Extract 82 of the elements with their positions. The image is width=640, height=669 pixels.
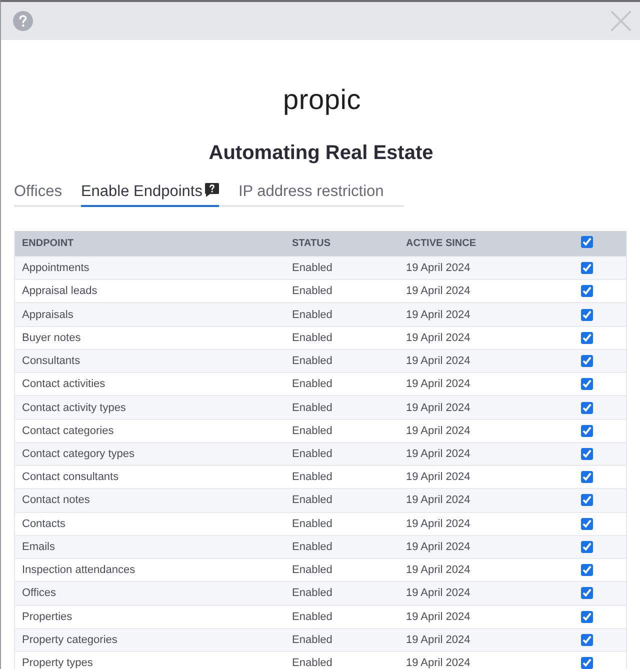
date-cell-text: 19 April 2024: [405, 402, 470, 414]
row-checkbox[interactable]: [581, 308, 593, 321]
status-cell-text: Enabled: [291, 332, 332, 344]
row-checkbox[interactable]: [581, 424, 593, 437]
select-all-checkbox[interactable]: [581, 236, 593, 248]
date-cell-text: 19 April 2024: [405, 564, 470, 576]
row-checkbox[interactable]: [581, 634, 593, 646]
row-checkbox[interactable]: [581, 587, 593, 600]
date-cell-text: 19 April 2024: [405, 471, 470, 484]
date-cell-text: 19 April 2024: [405, 657, 470, 669]
row-checkbox[interactable]: [581, 471, 593, 484]
status-cell-text: Enabled: [291, 494, 332, 506]
endpoint-cell-text: Contact activities: [21, 378, 106, 390]
date-cell-text: 19 April 2024: [405, 424, 470, 437]
endpoint-cell-text: Consultants: [21, 355, 80, 368]
endpoint-cell-text: Appraisals: [21, 308, 74, 321]
row-checkbox[interactable]: [581, 285, 593, 298]
endpoint-cell-text: Properties: [21, 610, 72, 623]
endpoint-cell-text: Buyer notes: [21, 332, 81, 344]
date-cell-text: 19 April 2024: [405, 634, 470, 646]
date-cell-text: 19 April 2024: [405, 262, 470, 274]
tab[interactable]: Enable Endpoints: [80, 182, 220, 207]
row-checkbox[interactable]: [581, 610, 593, 623]
row-checkbox[interactable]: [581, 540, 593, 553]
status-cell-text: Enabled: [291, 448, 332, 460]
date-cell-text: 19 April 2024: [405, 610, 470, 623]
endpoint-cell-text: Inspection attendances: [21, 564, 136, 576]
date-cell-text: 19 April 2024: [405, 494, 470, 506]
status-cell-text: Enabled: [291, 285, 332, 298]
endpoint-cell-text: Property categories: [21, 634, 118, 646]
status-cell-text: Enabled: [291, 518, 332, 530]
status-cell-text: Enabled: [291, 355, 332, 368]
endpoint-cell-text: Appointments: [21, 262, 90, 274]
row-checkbox[interactable]: [581, 448, 593, 460]
page-title: Automating Real Estate: [208, 141, 434, 165]
column-header: ENDPOINT: [21, 238, 74, 249]
row-checkbox[interactable]: [581, 402, 593, 414]
status-cell-text: Enabled: [291, 308, 332, 321]
column-header: ACTIVE SINCE: [405, 238, 476, 249]
row-checkbox[interactable]: [581, 657, 593, 669]
tab[interactable]: Offices: [14, 182, 62, 207]
status-cell-text: Enabled: [291, 471, 332, 484]
row-checkbox[interactable]: [581, 355, 593, 368]
status-cell-text: Enabled: [291, 402, 332, 414]
status-cell-text: Enabled: [291, 634, 332, 646]
status-cell-text: Enabled: [291, 657, 332, 669]
date-cell-text: 19 April 2024: [405, 378, 470, 390]
endpoint-cell-text: Appraisal leads: [21, 285, 98, 298]
status-cell-text: Enabled: [291, 540, 332, 553]
row-checkbox[interactable]: [581, 518, 593, 530]
row-checkbox[interactable]: [581, 262, 593, 274]
date-cell-text: 19 April 2024: [405, 308, 470, 321]
endpoint-cell-text: Contact categories: [21, 424, 114, 437]
endpoint-cell-text: Offices: [21, 587, 56, 600]
endpoint-cell-text: Property types: [21, 657, 93, 669]
row-checkbox[interactable]: [581, 332, 593, 344]
status-cell-text: Enabled: [291, 378, 332, 390]
status-cell-text: Enabled: [291, 610, 332, 623]
date-cell-text: 19 April 2024: [405, 355, 470, 368]
status-cell-text: Enabled: [291, 564, 332, 576]
status-cell-text: Enabled: [291, 587, 332, 600]
status-cell-text: Enabled: [291, 262, 332, 274]
endpoint-cell-text: Contact notes: [21, 494, 90, 506]
logo: propic: [282, 85, 362, 115]
row-checkbox[interactable]: [581, 494, 593, 506]
date-cell-text: 19 April 2024: [405, 448, 470, 460]
date-cell-text: 19 April 2024: [405, 540, 470, 553]
status-cell-text: Enabled: [291, 424, 332, 437]
endpoint-cell-text: Contact consultants: [21, 471, 119, 484]
endpoint-cell-text: Emails: [21, 540, 56, 553]
endpoint-cell-text: Contact activity types: [21, 402, 126, 414]
date-cell-text: 19 April 2024: [405, 285, 470, 298]
date-cell-text: 19 April 2024: [405, 587, 470, 600]
date-cell-text: 19 April 2024: [405, 518, 470, 530]
date-cell-text: 19 April 2024: [405, 332, 470, 344]
tab[interactable]: IP address restriction: [238, 182, 384, 207]
help-icon[interactable]: [205, 183, 220, 197]
row-checkbox[interactable]: [581, 378, 593, 390]
endpoint-cell-text: Contacts: [21, 518, 66, 530]
column-header: STATUS: [291, 238, 331, 249]
row-checkbox[interactable]: [581, 564, 593, 576]
endpoint-cell-text: Contact category types: [21, 448, 135, 460]
